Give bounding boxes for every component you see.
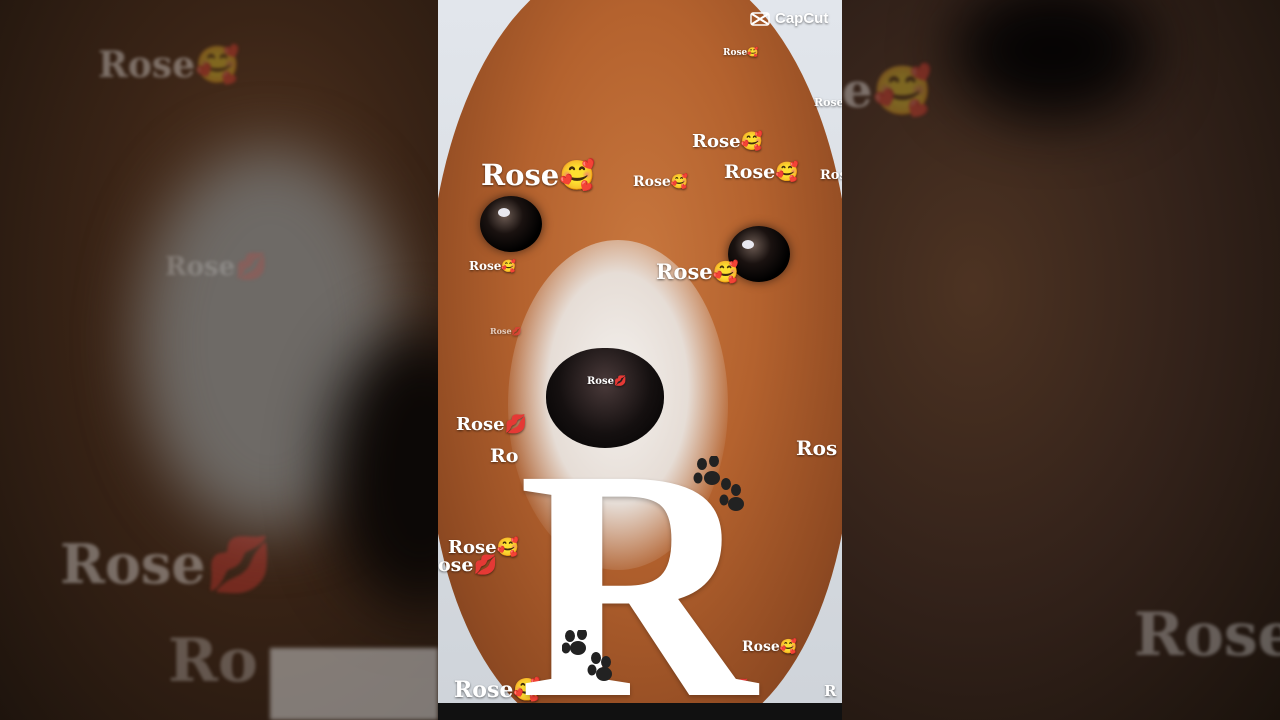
left-blurred-backdrop: Rose🥰 Rose💋 Rose💋 Ro [0,0,438,720]
floating-rose-text: Rose💋 [587,376,627,387]
ghost-rose-text: Rose💋 [165,252,268,282]
blur-eye-patch [952,0,1152,120]
floating-rose-text: Rose🥰 [724,161,799,183]
floating-rose-text: Rose🥰 [633,174,689,190]
floating-rose-text: Rose💋 [456,414,527,435]
floating-rose-text: Rose🥰 [723,48,759,58]
floating-rose-text: Rose🥰 [469,259,517,273]
paw-print-icon [693,456,744,511]
ghost-rose-text: Rose [1134,600,1280,670]
floating-rose-text: Rose [814,96,842,109]
ghost-rose-text: Rose🥰 [98,44,240,86]
floating-rose-text: Ro [490,445,519,467]
ghost-r-text: Ro [168,626,258,696]
blur-light-patch [270,648,438,720]
paw-print-icon [562,630,612,681]
floating-rose-text: Ros [796,436,838,460]
floating-rose-text: R [824,682,837,700]
ghost-rose-text: Rose💋 [60,532,273,596]
puppy-left-eye [480,196,542,252]
floating-rose-text: Rose🥰 [481,158,596,192]
ghost-rose-text: e🥰 [842,63,933,119]
bottom-bar [438,703,842,720]
video-frame: Rose🥰 Rose Rose🥰 Rose🥰 Rose🥰 Rose🥰 Ros R… [438,0,842,703]
floating-rose-text: ose💋 [438,554,498,576]
capcut-logo-icon [750,11,770,26]
capcut-watermark: CapCut [750,10,828,27]
floating-rose-text: Rose💋 [490,326,522,336]
floating-rose-text: Rose🥰 [656,259,739,284]
floating-rose-text: Ros [820,168,842,183]
capcut-brand-label: CapCut [775,10,829,27]
floating-rose-text: Rose🥰 [692,131,763,152]
right-blurred-backdrop: e🥰 Rose [842,0,1280,720]
